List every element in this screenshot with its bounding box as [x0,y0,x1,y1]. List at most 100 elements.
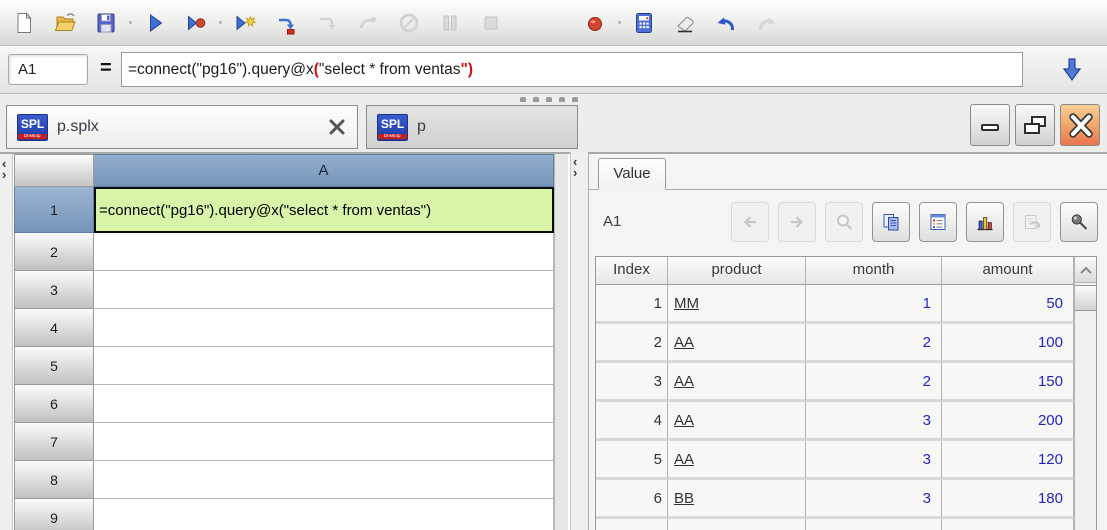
product-link[interactable]: AA [674,334,694,351]
cell-product[interactable]: AA [668,441,806,480]
cell-amount[interactable]: 120 [942,441,1074,480]
pause-button[interactable] [438,11,462,35]
scrollbar-thumb[interactable] [1075,285,1096,311]
prev-value-button[interactable] [731,202,769,242]
cell-product[interactable]: BB [668,480,806,519]
scroll-up-button[interactable] [1075,257,1096,283]
column-header-index[interactable]: Index [596,257,668,285]
cell-index[interactable]: 3 [596,363,668,402]
cell-index[interactable]: 5 [596,441,668,480]
cell-reference-box[interactable]: A1 [8,54,88,85]
tab-p[interactable]: SPL Desktop p [366,105,578,149]
cell-month[interactable]: 2 [806,363,942,402]
column-header-product[interactable]: product [668,257,806,285]
cell-product[interactable]: AA [668,402,806,441]
collapse-handles[interactable]: ‹› [2,158,6,180]
cell-amount[interactable]: 180 [942,480,1074,519]
step-over-button[interactable] [274,11,298,35]
cell-a5[interactable] [94,347,554,385]
cell-a9[interactable] [94,499,554,530]
clear-button[interactable] [673,11,697,35]
cell-amount[interactable]: 200 [942,402,1074,441]
product-link[interactable]: AA [674,373,694,390]
product-link[interactable]: AA [674,412,694,429]
cell-a3[interactable] [94,271,554,309]
row-header-5[interactable]: 5 [14,347,94,385]
product-link[interactable]: MM [674,295,699,312]
grid-corner-cell[interactable] [14,154,94,187]
tab-p-splx[interactable]: SPL Desktop p.splx [6,105,358,149]
row-header-4[interactable]: 4 [14,309,94,347]
grid-scroll-track[interactable] [554,154,568,530]
step-return-button[interactable] [315,11,339,35]
run-button[interactable] [143,11,167,35]
data-options-button[interactable] [919,202,957,242]
row-header-2[interactable]: 2 [14,233,94,271]
redo-button[interactable] [755,11,779,35]
cell-a6[interactable] [94,385,554,423]
cell-amount[interactable]: 150 [942,363,1074,402]
cell-a4[interactable] [94,309,554,347]
cell-a7[interactable] [94,423,554,461]
product-link[interactable]: AA [674,451,694,468]
collapse-handles[interactable]: ‹› [573,156,577,178]
undo-icon [714,11,738,35]
edit-value-button[interactable] [1013,202,1051,242]
table-scrollbar[interactable] [1074,257,1096,530]
table-row-partial [596,519,1096,530]
row-header-9[interactable]: 9 [14,499,94,530]
column-header-month[interactable]: month [806,257,942,285]
tab-value[interactable]: Value [598,158,666,190]
step-into-button[interactable] [356,11,380,35]
new-file-button[interactable] [12,11,36,35]
restore-button[interactable] [1015,104,1055,146]
cell-a1-selected[interactable]: =connect("pg16").query@x("select * from … [94,187,554,233]
cell-a2[interactable] [94,233,554,271]
calculator-button[interactable] [632,11,656,35]
cell-index[interactable]: 1 [596,285,668,324]
expand-formula-button[interactable] [1050,51,1094,89]
chart-button[interactable] [966,202,1004,242]
cell-a8[interactable] [94,461,554,499]
zoom-value-button[interactable] [825,202,863,242]
cell-month[interactable]: 3 [806,480,942,519]
row-header-6[interactable]: 6 [14,385,94,423]
row-header-7[interactable]: 7 [14,423,94,461]
cell-amount[interactable]: 100 [942,324,1074,363]
undo-button[interactable] [714,11,738,35]
close-tab-button[interactable] [327,117,347,137]
cell-month[interactable]: 3 [806,441,942,480]
debug-run-button[interactable] [184,11,208,35]
cell-index[interactable]: 6 [596,480,668,519]
copy-data-button[interactable] [872,202,910,242]
row-header-3[interactable]: 3 [14,271,94,309]
run-to-cursor-button[interactable] [233,11,257,35]
formula-input[interactable]: =connect("pg16").query@x("select * from … [121,52,1023,87]
left-splitter[interactable]: ‹› [0,154,13,530]
cell-product[interactable]: MM [668,285,806,324]
row-header-8[interactable]: 8 [14,461,94,499]
cell-index[interactable]: 4 [596,402,668,441]
breakpoint-button[interactable] [583,11,607,35]
product-link[interactable]: BB [674,490,694,507]
cell-month[interactable]: 1 [806,285,942,324]
column-header-a[interactable]: A [94,154,554,187]
splitter-grip-dots[interactable] [520,97,578,102]
row-header-1[interactable]: 1 [14,187,94,233]
cancel-execution-button[interactable] [397,11,421,35]
cell-product[interactable]: AA [668,324,806,363]
column-header-amount[interactable]: amount [942,257,1074,285]
cell-index[interactable]: 2 [596,324,668,363]
cell-amount[interactable]: 50 [942,285,1074,324]
open-file-button[interactable] [53,11,77,35]
cell-month[interactable]: 2 [806,324,942,363]
pin-button[interactable] [1060,202,1098,242]
save-file-button[interactable] [94,11,118,35]
next-value-button[interactable] [778,202,816,242]
close-window-button[interactable] [1060,104,1100,146]
minimize-button[interactable] [970,104,1010,146]
panel-splitter[interactable]: ‹› [570,152,588,530]
cell-product[interactable]: AA [668,363,806,402]
stop-button[interactable] [479,11,503,35]
cell-month[interactable]: 3 [806,402,942,441]
